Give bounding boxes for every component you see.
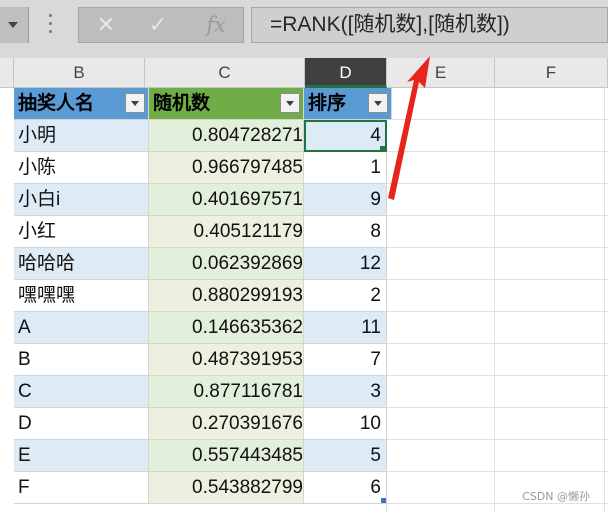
- table-resize-handle[interactable]: [381, 498, 386, 503]
- name-cell[interactable]: 嘿嘿嘿: [14, 280, 149, 312]
- table-row: F 0.543882799 6: [14, 472, 387, 504]
- random-cell[interactable]: 0.270391676: [149, 408, 304, 440]
- random-cell[interactable]: 0.877116781: [149, 376, 304, 408]
- enter-icon[interactable]: ✓: [133, 8, 183, 42]
- name-cell[interactable]: 小白i: [14, 184, 149, 216]
- header-label: 随机数: [153, 93, 211, 114]
- gridline: [386, 407, 608, 408]
- name-cell[interactable]: D: [14, 408, 149, 440]
- random-cell[interactable]: 0.804728271: [149, 120, 304, 152]
- rank-cell[interactable]: 1: [304, 152, 387, 184]
- random-cell[interactable]: 0.487391953: [149, 344, 304, 376]
- gridline: [386, 215, 608, 216]
- name-cell[interactable]: C: [14, 376, 149, 408]
- table-row: 小明 0.804728271 4: [14, 120, 387, 152]
- rank-cell[interactable]: 3: [304, 376, 387, 408]
- filter-dropdown-icon[interactable]: [125, 93, 145, 113]
- random-cell[interactable]: 0.966797485: [149, 152, 304, 184]
- column-header-c[interactable]: C: [145, 58, 305, 88]
- table-header-row: 抽奖人名 随机数 排序: [14, 88, 392, 120]
- random-cell[interactable]: 0.401697571: [149, 184, 304, 216]
- rank-cell[interactable]: 9: [304, 184, 387, 216]
- gridline: [386, 375, 608, 376]
- drag-handle-icon[interactable]: [46, 14, 54, 38]
- formula-bar-area: ✕ ✓ fx =RANK([随机数],[随机数]): [0, 0, 608, 58]
- watermark: CSDN @懒孙: [522, 490, 590, 503]
- random-cell[interactable]: 0.880299193: [149, 280, 304, 312]
- gridline: [386, 279, 608, 280]
- column-header-d[interactable]: D: [305, 58, 387, 88]
- gridline: [386, 343, 608, 344]
- name-cell[interactable]: 哈哈哈: [14, 248, 149, 280]
- cancel-icon[interactable]: ✕: [81, 8, 131, 42]
- gridline: [386, 247, 608, 248]
- header-label: 排序: [308, 93, 347, 114]
- insert-function-icon[interactable]: fx: [191, 8, 241, 42]
- random-cell[interactable]: 0.146635362: [149, 312, 304, 344]
- annotation-arrow-icon: [388, 56, 430, 200]
- gridline: [386, 311, 608, 312]
- rank-cell[interactable]: 10: [304, 408, 387, 440]
- header-cell-rank[interactable]: 排序: [304, 88, 392, 120]
- table-row: D 0.270391676 10: [14, 408, 387, 440]
- table-row: B 0.487391953 7: [14, 344, 387, 376]
- name-cell[interactable]: A: [14, 312, 149, 344]
- filter-dropdown-icon[interactable]: [280, 93, 300, 113]
- name-box-dropdown[interactable]: [0, 7, 29, 43]
- random-cell[interactable]: 0.543882799: [149, 472, 304, 504]
- rank-cell[interactable]: 2: [304, 280, 387, 312]
- table-row: C 0.877116781 3: [14, 376, 387, 408]
- gridline: [386, 439, 608, 440]
- table-row: E 0.557443485 5: [14, 440, 387, 472]
- random-cell[interactable]: 0.557443485: [149, 440, 304, 472]
- rank-cell[interactable]: 12: [304, 248, 387, 280]
- column-header-f[interactable]: F: [495, 58, 608, 88]
- name-cell[interactable]: E: [14, 440, 149, 472]
- header-label: 抽奖人名: [18, 93, 95, 114]
- table-row: 小白i 0.401697571 9: [14, 184, 387, 216]
- column-header-b[interactable]: B: [14, 58, 145, 88]
- random-cell[interactable]: 0.405121179: [149, 216, 304, 248]
- rank-cell[interactable]: 8: [304, 216, 387, 248]
- formula-buttons: ✕ ✓ fx: [78, 7, 244, 43]
- table-row: 哈哈哈 0.062392869 12: [14, 248, 387, 280]
- header-cell-name[interactable]: 抽奖人名: [14, 88, 149, 120]
- rank-cell[interactable]: 5: [304, 440, 387, 472]
- rank-cell[interactable]: 4: [304, 120, 387, 152]
- rank-cell[interactable]: 7: [304, 344, 387, 376]
- name-cell[interactable]: 小明: [14, 120, 149, 152]
- table-row: 小陈 0.966797485 1: [14, 152, 387, 184]
- name-cell[interactable]: 小红: [14, 216, 149, 248]
- table-row: A 0.146635362 11: [14, 312, 387, 344]
- rank-cell[interactable]: 11: [304, 312, 387, 344]
- select-all-corner[interactable]: [0, 58, 14, 88]
- random-cell[interactable]: 0.062392869: [149, 248, 304, 280]
- header-cell-random[interactable]: 随机数: [149, 88, 304, 120]
- name-cell[interactable]: B: [14, 344, 149, 376]
- table-row: 小红 0.405121179 8: [14, 216, 387, 248]
- chevron-down-icon: [8, 22, 18, 28]
- name-cell[interactable]: 小陈: [14, 152, 149, 184]
- rank-cell[interactable]: 6: [304, 472, 387, 504]
- table-row: 嘿嘿嘿 0.880299193 2: [14, 280, 387, 312]
- formula-input[interactable]: =RANK([随机数],[随机数]): [251, 7, 608, 43]
- name-cell[interactable]: F: [14, 472, 149, 504]
- gridline: [386, 471, 608, 472]
